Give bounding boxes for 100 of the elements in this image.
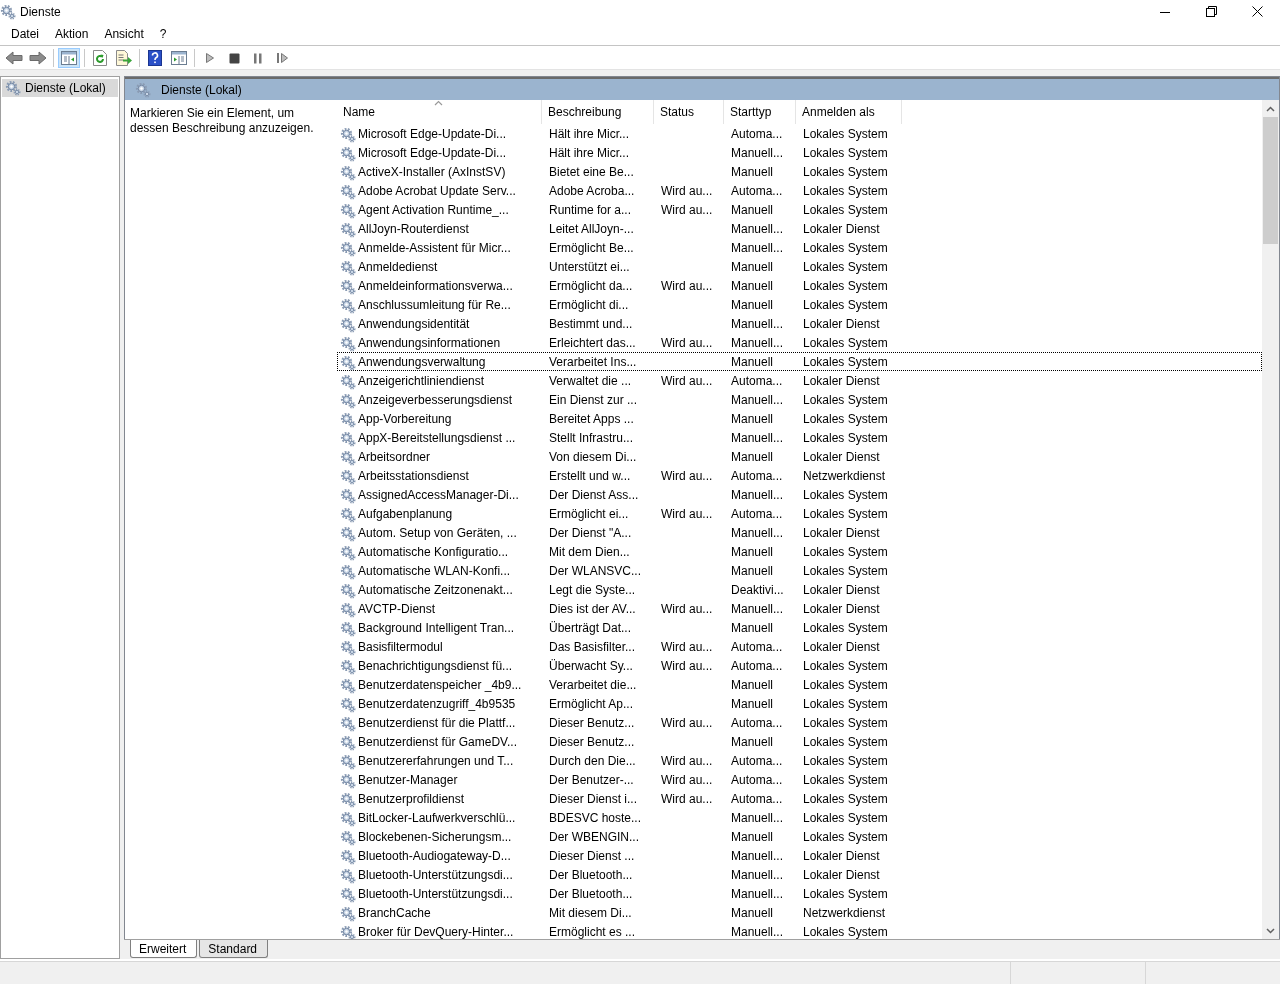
scroll-thumb[interactable] — [1263, 117, 1278, 244]
table-cell: Lokales System — [803, 298, 888, 312]
view-tab[interactable]: Standard — [199, 940, 269, 958]
table-row[interactable]: Blockebenen-Sicherungsm... Der WBENGIN... Manuell Lokales System — [337, 827, 1262, 846]
table-row[interactable]: Aufgabenplanung Ermöglicht ei... Wird au... Automa... Lokales System — [337, 504, 1262, 523]
tree-item[interactable]: Dienste (Lokal) — [2, 79, 118, 97]
service-name: ActiveX-Installer (AxInstSV) — [358, 164, 506, 181]
window-title: Dienste — [20, 4, 61, 19]
table-cell: Lokales System — [803, 241, 888, 255]
service-name: Anmelde-Assistent für Micr... — [358, 240, 511, 257]
table-row[interactable]: AVCTP-Dienst Dies ist der AV... Wird au... Manuell... Lokaler Dienst — [337, 599, 1262, 618]
table-row[interactable]: Microsoft Edge-Update-Di... Hält ihre Micr... Manuell... Lokales System — [337, 143, 1262, 162]
gear-icon — [340, 715, 356, 732]
focused-row[interactable]: Anwendungsverwaltung Verarbeitet Ins... Manuell Lokales System — [337, 352, 1262, 371]
table-cell: Manuell — [731, 564, 774, 578]
table-cell: Wird au... — [661, 602, 713, 616]
table-row[interactable]: Anmeldedienst Unterstützt ei... Manuell Lokales System — [337, 257, 1262, 276]
service-name: Benutzererfahrungen und T... — [358, 753, 514, 770]
table-cell: Wird au... — [661, 659, 713, 673]
table-cell: Ermöglicht di... — [549, 298, 629, 312]
scroll-up-icon[interactable] — [1266, 105, 1275, 112]
table-cell: Lokales System — [803, 165, 888, 179]
forward-arrow-icon[interactable] — [27, 48, 49, 68]
table-row[interactable]: Benutzererfahrungen und T... Durch den Die... Wird au... Automa... Lokales System — [337, 751, 1262, 770]
table-row[interactable]: Anwendungsidentität Bestimmt und... Manuell... Lokaler Dienst — [337, 314, 1262, 333]
table-row[interactable]: Anzeigerichtliniendienst Verwaltet die ... Wird au... Automa... Lokaler Dienst — [337, 371, 1262, 390]
table-row[interactable]: Automatische Konfiguratio... Mit dem Dien... Manuell Lokales System — [337, 542, 1262, 561]
table-row[interactable]: AllJoyn-Routerdienst Leitet AllJoyn-... Manuell... Lokaler Dienst — [337, 219, 1262, 238]
table-row[interactable]: Automatische Zeitzonenakt... Legt die Syste... Deaktivi... Lokaler Dienst — [337, 580, 1262, 599]
service-name: Benutzerdatenspeicher _4b9... — [358, 677, 522, 694]
table-row[interactable]: Arbeitsordner Von diesem Di... Manuell Lokaler Dienst — [337, 447, 1262, 466]
table-cell: Manuell — [731, 906, 774, 920]
service-name: Autom. Setup von Geräten, ... — [358, 525, 517, 542]
view-tab[interactable]: Erweitert — [130, 940, 198, 958]
table-row[interactable]: AppX-Bereitstellungsdienst ... Stellt Infrastru... Manuell... Lokales System — [337, 428, 1262, 447]
gear-icon — [340, 620, 356, 637]
menu-item[interactable]: Aktion — [47, 27, 97, 41]
table-row[interactable]: Benutzer-Manager Der Benutzer-... Wird au... Automa... Lokales System — [337, 770, 1262, 789]
vertical-scrollbar[interactable] — [1262, 100, 1279, 939]
table-cell: Lokaler Dienst — [803, 640, 880, 654]
table-row[interactable]: Microsoft Edge-Update-Di... Hält ihre Micr... Automa... Lokales System — [337, 124, 1262, 143]
table-row[interactable]: Anzeigeverbesserungsdienst Ein Dienst zur ... Manuell... Lokales System — [337, 390, 1262, 409]
table-cell: Lokales System — [803, 564, 888, 578]
close-icon[interactable] — [1251, 6, 1263, 17]
table-row[interactable]: BranchCache Mit diesem Di... Manuell Netzwerkdienst — [337, 903, 1262, 922]
service-name: Agent Activation Runtime_... — [358, 202, 509, 219]
tree-toggle-icon[interactable] — [58, 48, 80, 68]
gear-icon — [340, 126, 356, 143]
table-row[interactable]: Automatische WLAN-Konfi... Der WLANSVC... Manuell Lokales System — [337, 561, 1262, 580]
restore-icon[interactable] — [1205, 6, 1217, 17]
table-row[interactable]: Benutzerdienst für die Plattf... Dieser Benutz... Wird au... Automa... Lokales System — [337, 713, 1262, 732]
table-row[interactable]: Anschlussumleitung für Re... Ermöglicht di... Manuell Lokales System — [337, 295, 1262, 314]
service-name: Bluetooth-Unterstützungsdi... — [358, 867, 513, 884]
table-cell: Mit diesem Di... — [549, 906, 632, 920]
pane-title: Dienste (Lokal) — [161, 82, 242, 97]
table-cell: Manuell... — [731, 602, 784, 616]
menu-item[interactable]: ? — [151, 27, 175, 41]
table-cell: Manuell — [731, 203, 774, 217]
table-row[interactable]: Anmeldeinformationsverwa... Ermöglicht da... Wird au... Manuell Lokales System — [337, 276, 1262, 295]
properties-pane-icon[interactable] — [168, 48, 190, 68]
menu-item[interactable]: Ansicht — [96, 27, 152, 41]
back-arrow-icon[interactable] — [3, 48, 25, 68]
table-cell: Manuell... — [731, 849, 784, 863]
table-cell: Lokales System — [803, 754, 888, 768]
table-row[interactable]: Benutzerdienst für GameDV... Dieser Benutz... Manuell Lokales System — [337, 732, 1262, 751]
table-cell: Bereitet Apps ... — [549, 412, 634, 426]
gear-icon — [340, 183, 356, 200]
table-row[interactable]: Benutzerdatenspeicher _4b9... Verarbeitet die... Manuell Lokales System — [337, 675, 1262, 694]
gear-icon — [340, 202, 356, 219]
table-row[interactable]: Benutzerprofildienst Dieser Dienst i... Wird au... Automa... Lokales System — [337, 789, 1262, 808]
table-row[interactable]: Autom. Setup von Geräten, ... Der Dienst "A... Manuell... Lokaler Dienst — [337, 523, 1262, 542]
table-row[interactable]: Bluetooth-Unterstützungsdi... Der Bluetooth... Manuell... Lokales System — [337, 884, 1262, 903]
table-row[interactable]: Bluetooth-Audiogateway-D... Dieser Dienst ... Manuell... Lokaler Dienst — [337, 846, 1262, 865]
table-row[interactable]: App-Vorbereitung Bereitet Apps ... Manuell Lokales System — [337, 409, 1262, 428]
table-row[interactable]: Anmelde-Assistent für Micr... Ermöglicht Be... Manuell... Lokales System — [337, 238, 1262, 257]
service-name: Benachrichtigungsdienst fü... — [358, 658, 513, 675]
table-row[interactable]: Basisfiltermodul Das Basisfilter... Wird au... Automa... Lokaler Dienst — [337, 637, 1262, 656]
table-row[interactable]: Broker für DevQuery-Hinter... Ermöglicht es ... Manuell... Lokales System — [337, 922, 1262, 939]
table-row[interactable]: AssignedAccessManager-Di... Der Dienst Ass... Manuell... Lokales System — [337, 485, 1262, 504]
table-row[interactable]: Adobe Acrobat Update Serv... Adobe Acroba... Wird au... Automa... Lokales System — [337, 181, 1262, 200]
table-cell: Manuell — [731, 545, 774, 559]
export-list-icon[interactable] — [113, 48, 135, 68]
table-cell: Manuell — [731, 165, 774, 179]
table-row[interactable]: Agent Activation Runtime_... Runtime for a... Wird au... Manuell Lokales System — [337, 200, 1262, 219]
table-row[interactable]: Benachrichtigungsdienst fü... Überwacht Sy... Wird au... Automa... Lokales System — [337, 656, 1262, 675]
table-row[interactable]: Arbeitsstationsdienst Erstellt und w... Wird au... Automa... Netzwerkdienst — [337, 466, 1262, 485]
table-cell: Wird au... — [661, 469, 713, 483]
menu-item[interactable]: Datei — [3, 27, 47, 41]
table-row[interactable]: Bluetooth-Unterstützungsdi... Der Bluetooth... Manuell... Lokaler Dienst — [337, 865, 1262, 884]
table-cell: Lokales System — [803, 184, 888, 198]
gear-icon — [340, 848, 356, 865]
table-row[interactable]: Background Intelligent Tran... Überträgt Dat... Manuell Lokales System — [337, 618, 1262, 637]
service-name: Benutzer-Manager — [358, 772, 458, 789]
scroll-down-icon[interactable] — [1266, 927, 1275, 934]
table-row[interactable]: Anwendungsinformationen Erleichtert das... Wird au... Manuell... Lokales System — [337, 333, 1262, 352]
service-name: Basisfiltermodul — [358, 639, 443, 656]
table-row[interactable]: Benutzerdatenzugriff_4b9535 Ermöglicht Ap... Manuell Lokales System — [337, 694, 1262, 713]
table-cell: Manuell... — [731, 222, 784, 236]
table-row[interactable]: ActiveX-Installer (AxInstSV) Bietet eine Be... Manuell Lokales System — [337, 162, 1262, 181]
table-row[interactable]: BitLocker-Laufwerkverschlü... BDESVC hoste... Manuell... Lokales System — [337, 808, 1262, 827]
